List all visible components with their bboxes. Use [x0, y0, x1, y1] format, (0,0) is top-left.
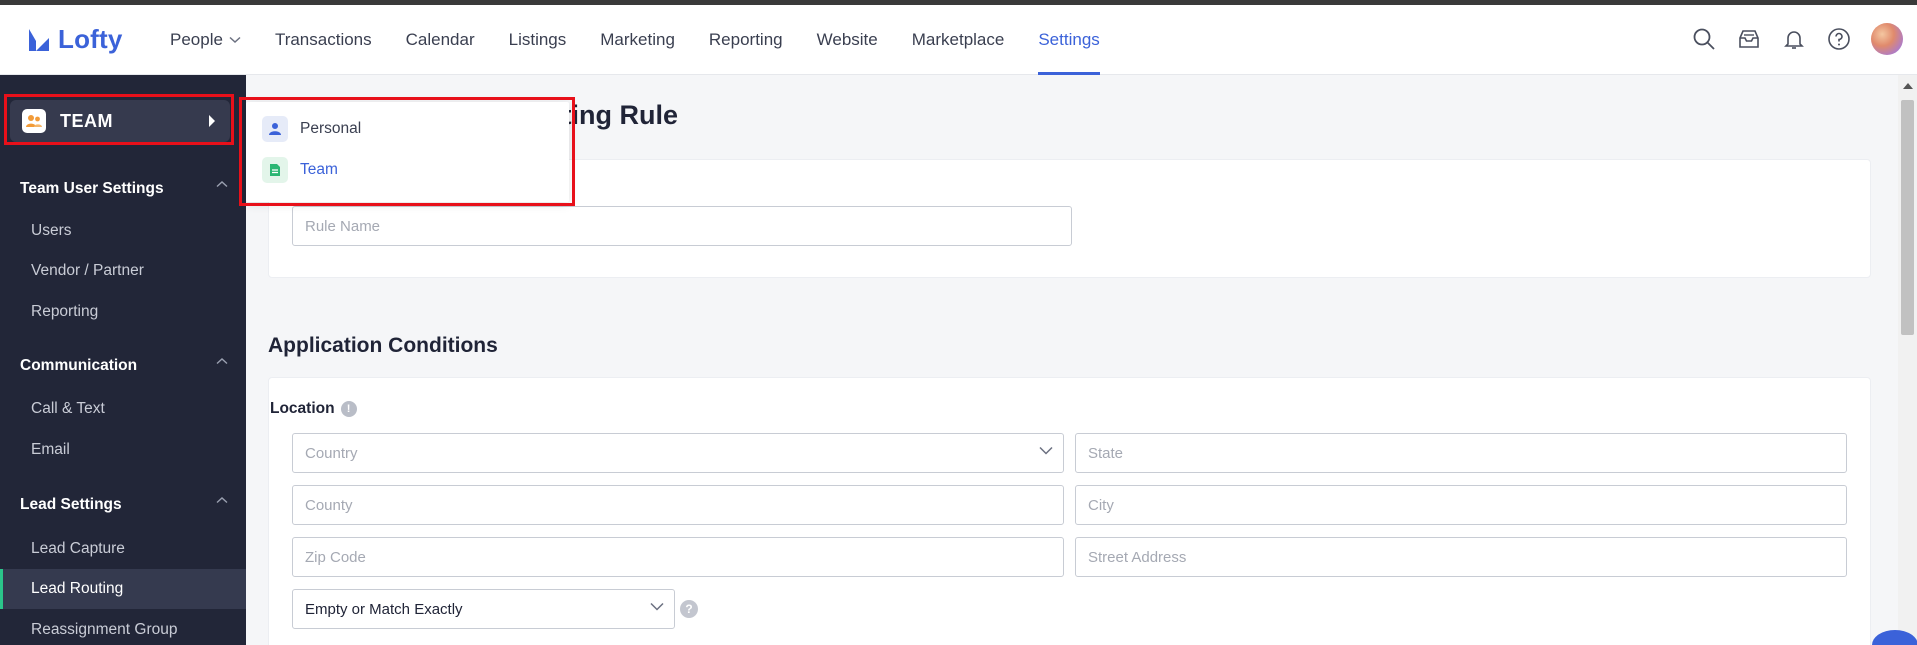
sidebar-item-email[interactable]: Email — [31, 441, 70, 459]
lofty-logo[interactable]: Lofty — [26, 24, 123, 55]
header-icons — [1691, 23, 1903, 55]
chevron-down-icon — [229, 36, 241, 44]
bell-icon[interactable] — [1781, 26, 1807, 52]
match-type-value: Empty or Match Exactly — [305, 600, 463, 618]
location-label-text: Location — [270, 400, 335, 417]
highlight-box-team — [4, 94, 234, 145]
sidebar-item-reassignment-group[interactable]: Reassignment Group — [31, 621, 177, 639]
top-header: Lofty People Transactions Calendar Listi… — [0, 5, 1917, 75]
city-input[interactable]: City — [1075, 485, 1847, 525]
scroll-up-arrow[interactable] — [1903, 83, 1913, 89]
application-conditions-title: Application Conditions — [268, 334, 498, 357]
main-nav: People Transactions Calendar Listings Ma… — [170, 5, 1134, 75]
section-title: Communication — [20, 357, 138, 374]
help-question-icon[interactable]: ? — [680, 600, 698, 618]
lofty-logo-icon — [29, 28, 49, 51]
chevron-up-icon — [216, 358, 228, 365]
country-select[interactable]: Country — [292, 433, 1064, 473]
logo-text: Lofty — [58, 24, 123, 54]
nav-transactions[interactable]: Transactions — [275, 5, 372, 75]
scrollbar[interactable] — [1898, 75, 1917, 645]
search-icon[interactable] — [1691, 26, 1717, 52]
section-lead-settings[interactable]: Lead Settings — [20, 496, 228, 514]
country-placeholder: Country — [305, 444, 358, 462]
sidebar-item-call-text[interactable]: Call & Text — [31, 400, 105, 418]
chevron-up-icon — [216, 181, 228, 188]
state-input[interactable]: State — [1075, 433, 1847, 473]
nav-reporting[interactable]: Reporting — [709, 5, 783, 75]
nav-people-label: People — [170, 30, 223, 49]
sidebar-item-reporting[interactable]: Reporting — [31, 303, 98, 321]
nav-website[interactable]: Website — [817, 5, 878, 75]
sidebar-item-users[interactable]: Users — [31, 222, 71, 240]
info-icon[interactable]: ! — [340, 401, 357, 417]
nav-marketplace[interactable]: Marketplace — [912, 5, 1005, 75]
section-title: Lead Settings — [20, 496, 122, 513]
chevron-down-icon — [650, 602, 664, 611]
nav-marketing[interactable]: Marketing — [600, 5, 675, 75]
zip-code-input[interactable]: Zip Code — [292, 537, 1064, 577]
nav-people[interactable]: People — [170, 5, 241, 75]
section-team-user-settings[interactable]: Team User Settings — [20, 180, 228, 198]
location-label: Location ! — [270, 400, 357, 418]
county-input[interactable]: County — [292, 485, 1064, 525]
avatar[interactable] — [1871, 23, 1903, 55]
sidebar-item-lead-routing[interactable]: Lead Routing — [31, 580, 123, 598]
sidebar-item-vendor-partner[interactable]: Vendor / Partner — [31, 262, 144, 280]
street-address-input[interactable]: Street Address — [1075, 537, 1847, 577]
help-icon[interactable] — [1826, 26, 1852, 52]
nav-calendar[interactable]: Calendar — [406, 5, 475, 75]
nav-listings[interactable]: Listings — [509, 5, 567, 75]
inbox-icon[interactable] — [1736, 26, 1762, 52]
match-type-select[interactable]: Empty or Match Exactly — [292, 589, 675, 629]
section-title: Team User Settings — [20, 180, 164, 197]
scrollbar-thumb[interactable] — [1901, 100, 1914, 335]
section-communication[interactable]: Communication — [20, 357, 228, 375]
rule-name-input[interactable]: Rule Name — [292, 206, 1072, 246]
chevron-up-icon — [216, 497, 228, 504]
sidebar-item-lead-capture[interactable]: Lead Capture — [31, 540, 125, 558]
chevron-down-icon — [1039, 446, 1053, 455]
highlight-box-popup — [239, 97, 575, 206]
settings-sidebar: TEAM Team User Settings Users Vendor / P… — [0, 75, 246, 645]
nav-settings[interactable]: Settings — [1038, 5, 1101, 75]
